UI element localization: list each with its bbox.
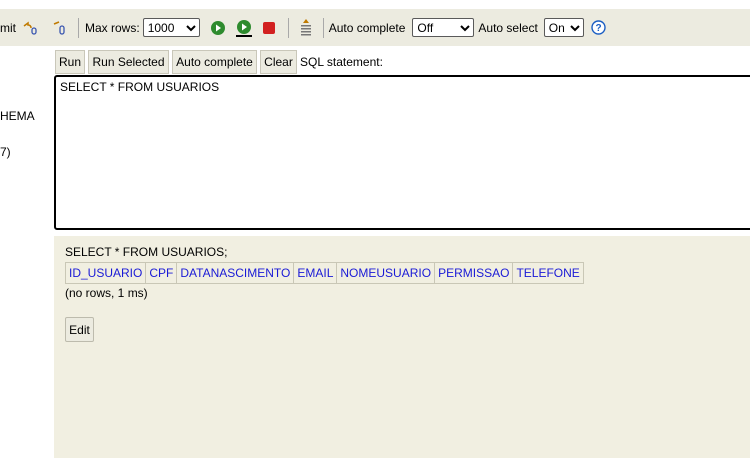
column-header[interactable]: ID_USUARIO xyxy=(64,262,147,284)
sql-statement-label: SQL statement: xyxy=(300,55,383,69)
results-panel: SELECT * FROM USUARIOS; ID_USUARIO CPF D… xyxy=(54,236,750,458)
chevron-down-icon xyxy=(460,24,471,31)
result-statement: SELECT * FROM USUARIOS; xyxy=(65,245,228,259)
column-header[interactable]: EMAIL xyxy=(293,262,338,284)
auto-complete-select[interactable]: Off xyxy=(412,18,475,37)
run-selected-icon[interactable] xyxy=(235,19,253,37)
auto-complete-value: Off xyxy=(417,20,434,35)
toolbar: mit Max rows: 1000 Auto complete Off Aut… xyxy=(0,9,750,46)
auto-select-value: On xyxy=(548,20,565,35)
help-icon[interactable]: ? xyxy=(591,20,606,35)
sidebar-item-schema[interactable]: HEMA xyxy=(0,109,35,123)
column-header[interactable]: PERMISSAO xyxy=(434,262,514,284)
toolbar-separator xyxy=(322,17,324,38)
edit-button[interactable]: Edit xyxy=(65,317,94,342)
auto-complete-button[interactable]: Auto complete xyxy=(172,50,257,74)
max-rows-value: 1000 xyxy=(147,20,175,35)
toolbar-separator xyxy=(78,17,79,38)
stop-icon[interactable] xyxy=(262,21,276,35)
auto-complete-label: Auto complete xyxy=(328,20,406,35)
table-header-row: ID_USUARIO CPF DATANASCIMENTO EMAIL NOME… xyxy=(64,262,584,284)
chevron-down-icon xyxy=(185,24,196,31)
column-header[interactable]: CPF xyxy=(145,262,178,284)
run-selected-button[interactable]: Run Selected xyxy=(88,50,169,74)
toolbar-separator xyxy=(287,17,289,38)
svg-text:?: ? xyxy=(595,23,601,34)
sidebar-item-version: 7) xyxy=(0,145,11,159)
column-header[interactable]: DATANASCIMENTO xyxy=(176,262,295,284)
run-icon[interactable] xyxy=(210,20,226,36)
commit-label[interactable]: mit xyxy=(0,21,16,35)
transaction-icon[interactable] xyxy=(52,20,68,36)
column-header[interactable]: NOMEUSUARIO xyxy=(336,262,436,284)
max-rows-label: Max rows: xyxy=(85,20,140,35)
history-icon[interactable] xyxy=(299,18,313,37)
max-rows-select[interactable]: 1000 xyxy=(142,18,200,37)
column-header[interactable]: TELEFONE xyxy=(512,262,584,284)
result-table: ID_USUARIO CPF DATANASCIMENTO EMAIL NOME… xyxy=(64,262,584,284)
chevron-down-icon xyxy=(570,24,580,31)
result-info: (no rows, 1 ms) xyxy=(65,286,148,300)
auto-select-select[interactable]: On xyxy=(543,18,584,37)
clear-button[interactable]: Clear xyxy=(260,50,297,74)
rollback-icon[interactable] xyxy=(22,20,38,36)
run-button[interactable]: Run xyxy=(55,50,85,74)
auto-select-label: Auto select xyxy=(478,20,538,35)
sql-editor[interactable]: SELECT * FROM USUARIOS xyxy=(54,75,750,230)
